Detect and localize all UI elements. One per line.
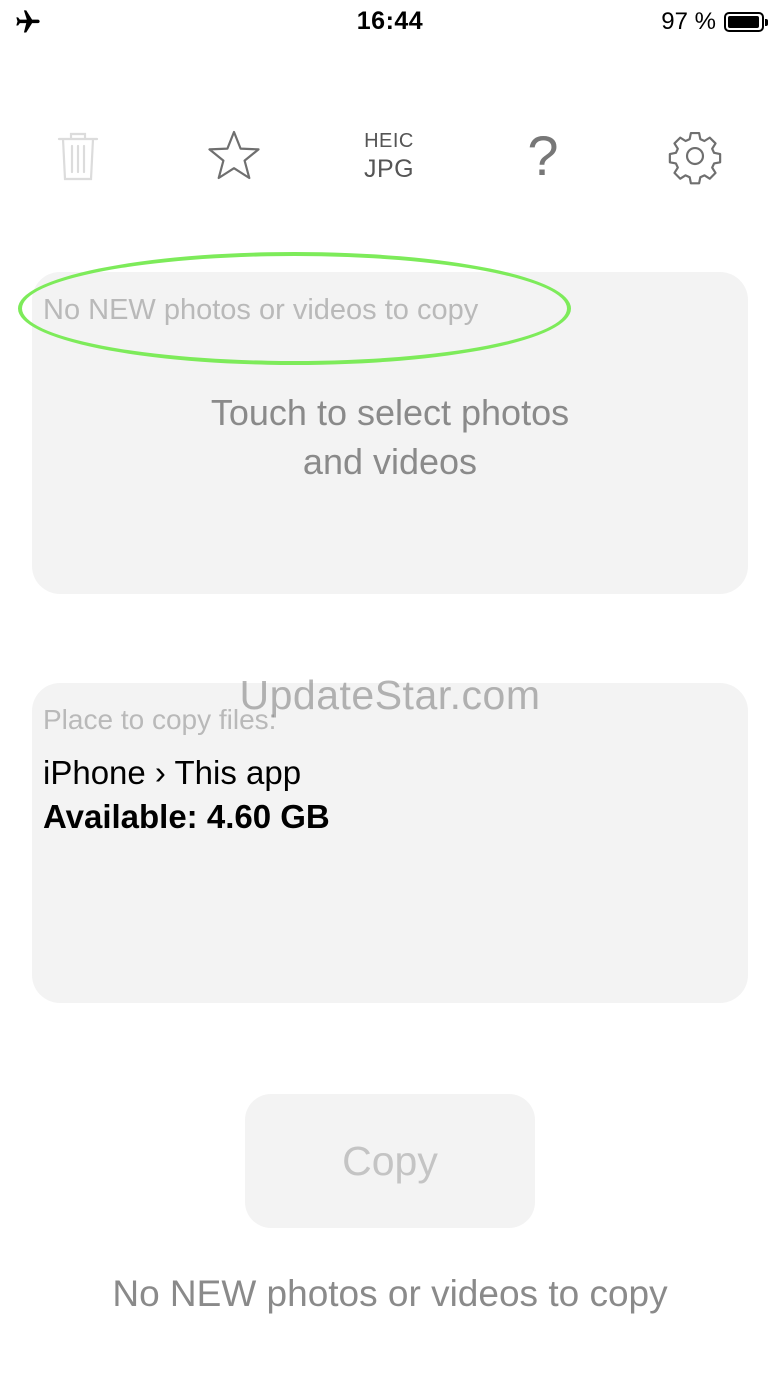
battery-fill [728,16,759,28]
battery-cap [765,19,768,26]
gear-icon [668,131,722,185]
destination-label: Place to copy files: [43,704,277,735]
help-button[interactable]: ? [503,120,583,192]
select-prompt-line2: and videos [302,441,478,482]
star-icon [208,130,260,180]
format-heic-label: HEIC [364,130,414,152]
battery-percent: 97 % [661,8,716,35]
battery-icon [724,12,768,32]
format-toggle-button[interactable]: HEIC JPG [349,120,429,192]
battery-indicator: 97 % [661,8,768,36]
favorites-button[interactable] [194,120,274,192]
copy-button[interactable]: Copy [245,1094,535,1228]
format-jpg-label: JPG [363,155,415,183]
toolbar: HEIC JPG ? [0,120,780,192]
destination-path: iPhone › This app [43,754,302,791]
status-bar: 16:44 97 % [0,0,780,44]
available-space: Available: 4.60 GB [43,798,330,835]
trash-icon [57,132,99,181]
bottom-status: No NEW photos or videos to copy [112,1273,668,1314]
settings-button[interactable] [655,120,735,192]
select-prompt: Touch to select photos and videos [32,388,748,486]
select-prompt-line1: Touch to select photos [210,392,570,433]
help-icon: ? [527,124,559,187]
delete-button[interactable] [38,120,118,192]
select-card-status: No NEW photos or videos to copy [43,294,479,326]
